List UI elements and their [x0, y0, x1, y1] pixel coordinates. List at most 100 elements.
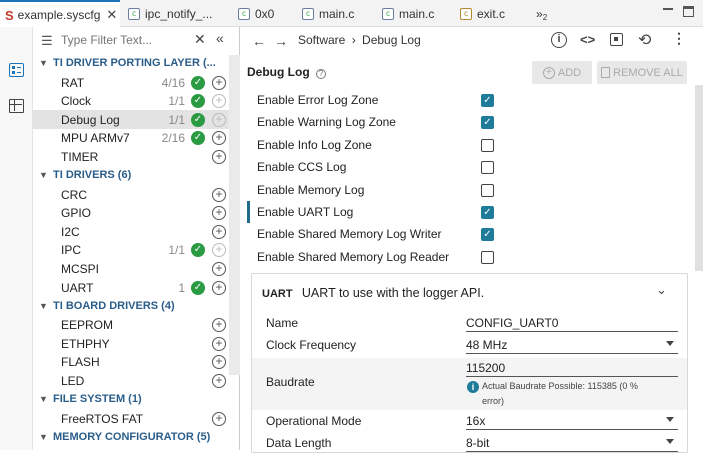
tree-item[interactable]: I2C + [33, 222, 229, 241]
info-icon[interactable]: i [551, 32, 567, 48]
tree-item[interactable]: LED + [33, 371, 229, 390]
collapse-all-icon[interactable]: « [216, 30, 224, 46]
breadcrumb-separator: › [351, 33, 356, 47]
add-button[interactable]: + ADD [532, 61, 592, 84]
opmode-select[interactable]: 16x [466, 412, 678, 430]
tree-item[interactable]: MPU ARMv7 2/16 ✓ + [33, 129, 229, 148]
baud-field[interactable]: 115200 [466, 359, 678, 377]
clear-filter-icon[interactable]: ✕ [194, 31, 206, 48]
tree-item[interactable]: FLASH + [33, 353, 229, 372]
add-button-label: ADD [557, 66, 582, 79]
category-header[interactable]: ▼ FILE SYSTEM (1) [33, 390, 229, 408]
code-view-icon[interactable]: <> [580, 32, 595, 47]
option-checkbox[interactable] [481, 183, 494, 197]
chip-icon[interactable] [610, 33, 623, 46]
add-circle-icon[interactable]: + [212, 261, 226, 276]
remove-all-button[interactable]: REMOVE ALL [597, 61, 687, 84]
add-circle-icon[interactable]: + [212, 75, 226, 90]
options-scrollbar[interactable] [695, 85, 703, 271]
tab-main-c-1[interactable]: c main.c [302, 0, 372, 27]
help-icon[interactable]: ? [316, 69, 326, 79]
tree-item[interactable]: UART 1 ✓ + [33, 278, 229, 297]
close-icon[interactable]: ✕ [106, 7, 117, 23]
more-tabs-button[interactable]: » 2 [536, 0, 558, 27]
breadcrumb: Software › Debug Log [298, 33, 421, 47]
check-circle-icon: ✓ [191, 94, 205, 109]
option-row: Enable CCS Log [257, 157, 487, 177]
category-header[interactable]: ▼ TI BOARD DRIVERS (4) [33, 297, 229, 315]
tree-item[interactable]: ETHPHY + [33, 334, 229, 353]
tree-item-label: IPC [61, 243, 82, 258]
tree-item[interactable]: GPIO + [33, 204, 229, 223]
add-circle-icon[interactable]: + [212, 131, 226, 146]
back-arrow-icon[interactable]: ← [252, 33, 266, 49]
add-circle-icon[interactable]: + [212, 318, 226, 333]
forward-arrow-icon[interactable]: → [274, 33, 288, 49]
category-header[interactable]: ▼ MEMORY CONFIGURATOR (5) [33, 428, 229, 446]
baud-value: 115200 [466, 361, 506, 375]
breadcrumb-debug-log: Debug Log [362, 33, 421, 47]
tab-0x0[interactable]: c 0x0 [238, 0, 298, 27]
add-circle-icon[interactable]: + [212, 112, 226, 127]
tab-ipc-notify[interactable]: c ipc_notify_... [124, 0, 234, 27]
option-checkbox[interactable] [481, 250, 494, 264]
add-circle-icon[interactable]: + [212, 149, 226, 164]
collapse-chevron-icon[interactable]: ⌄ [656, 282, 667, 298]
tree-item[interactable]: CRC + [33, 185, 229, 204]
category-header[interactable]: ▼ TI DRIVERS (6) [33, 166, 229, 184]
add-circle-icon[interactable]: + [212, 94, 226, 109]
option-checkbox[interactable] [481, 161, 494, 175]
add-circle-icon[interactable]: + [212, 187, 226, 202]
option-checkbox[interactable]: ✓ [481, 228, 494, 242]
category-header[interactable]: ▼ TI DRIVER PORTING LAYER (... [33, 54, 229, 72]
tree-item[interactable]: TIMER + [33, 147, 229, 166]
option-checkbox[interactable]: ✓ [481, 206, 494, 219]
clock-select[interactable]: 48 MHz [466, 336, 678, 354]
tree-item[interactable]: Debug Log 1/1 ✓ + [33, 110, 229, 130]
software-view-icon[interactable] [9, 63, 24, 77]
tree-item[interactable]: RAT 4/16 ✓ + [33, 73, 229, 92]
name-field[interactable]: CONFIG_UART0 [466, 314, 678, 332]
add-circle-icon[interactable]: + [212, 280, 226, 295]
opmode-label: Operational Mode [266, 414, 362, 428]
baud-label: Baudrate [266, 375, 315, 389]
more-tabs-count: 2 [542, 13, 548, 22]
option-checkbox[interactable]: ✓ [481, 94, 494, 107]
tree-item[interactable]: IPC 1/1 ✓ + [33, 241, 229, 260]
uart-instance-card: UART UART to use with the logger API. ⌄ … [251, 273, 688, 453]
tree-item[interactable]: EEPROM + [33, 316, 229, 335]
check-circle-icon: ✓ [191, 280, 205, 295]
add-circle-icon[interactable]: + [212, 224, 226, 239]
baud-info-text-2: error) [482, 396, 504, 406]
minimize-icon[interactable] [663, 8, 673, 17]
more-options-icon[interactable]: ⋮ [672, 30, 686, 47]
tree-item[interactable]: FreeRTOS FAT + [33, 409, 229, 428]
filter-icon: ☰ [41, 33, 53, 48]
option-label: Enable Memory Log [257, 182, 365, 197]
add-circle-icon[interactable]: + [212, 411, 226, 426]
add-circle-icon[interactable]: + [212, 336, 226, 351]
maximize-icon[interactable] [683, 6, 694, 17]
tab-example-syscfg[interactable]: S example.syscfg ✕ [0, 0, 120, 28]
option-checkbox[interactable]: ✓ [481, 116, 494, 130]
syscfg-icon: S [5, 7, 14, 23]
option-checkbox[interactable] [481, 138, 494, 152]
add-circle-icon[interactable]: + [212, 243, 226, 258]
tree-scrollbar[interactable] [229, 55, 240, 375]
check-circle-icon: ✓ [191, 112, 205, 127]
add-circle-icon[interactable]: + [212, 373, 226, 388]
breadcrumb-software[interactable]: Software [298, 33, 345, 47]
filter-input[interactable] [61, 31, 189, 49]
tree-item[interactable]: Clock 1/1 ✓ + [33, 92, 229, 111]
tree-item[interactable]: MCSPI + [33, 259, 229, 278]
option-row: Enable Shared Memory Log Reader [257, 247, 487, 267]
datalen-select[interactable]: 8-bit [466, 434, 678, 452]
tab-main-c-2[interactable]: c main.c [382, 0, 452, 27]
tab-exit-c[interactable]: c exit.c [460, 0, 530, 27]
tree-item-count: 4/16 [161, 75, 185, 90]
table-view-icon[interactable] [9, 99, 24, 113]
add-circle-icon[interactable]: + [212, 206, 226, 221]
tab-label: main.c [319, 6, 355, 21]
add-circle-icon[interactable]: + [212, 355, 226, 370]
history-icon[interactable]: ⟲ [638, 30, 651, 50]
